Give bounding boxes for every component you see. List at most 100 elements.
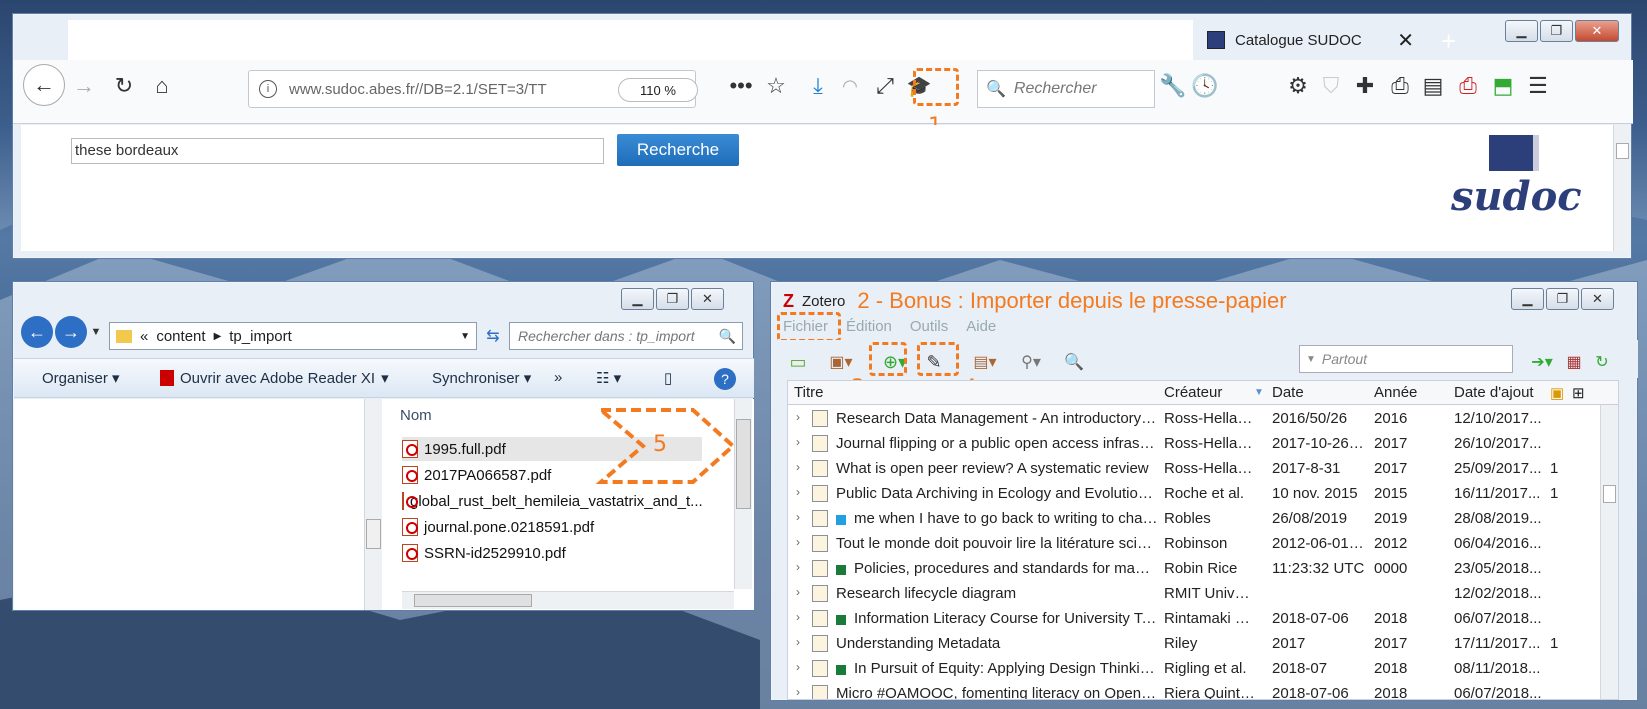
recherche-button[interactable]: Recherche [617,134,739,166]
more-commands-button[interactable]: » [554,369,562,386]
menu-edition[interactable]: Édition [846,318,892,335]
table-row[interactable]: › Journal flipping or a public open acces… [788,432,1618,457]
file-item[interactable]: global_rust_belt_hemileia_vastatrix_and_… [402,489,702,513]
home-icon[interactable]: ⌂ [147,66,177,106]
column-picker-icon[interactable]: ⊞ [1572,384,1585,402]
breadcrumb-tp-import[interactable]: tp_import [229,328,292,345]
nav-scrollbar[interactable] [364,399,382,610]
table-row[interactable]: › Research Data Management - An introduct… [788,407,1618,432]
bookmark-star-icon[interactable]: ☆ [761,66,791,106]
page-scrollbar[interactable] [1613,125,1631,251]
extension-icon[interactable]: ✚ [1350,66,1380,106]
expand-chevron-icon[interactable]: › [796,510,800,524]
expand-chevron-icon[interactable]: › [796,460,800,474]
new-tab-icon[interactable]: + [1441,26,1456,57]
file-item[interactable]: journal.pone.0218591.pdf [402,515,594,539]
column-date-ajout[interactable]: Date d'ajout [1454,384,1534,401]
column-titre[interactable]: Titre [794,384,823,401]
save-page-icon[interactable]: ⬒ [1488,66,1518,106]
expand-chevron-icon[interactable]: › [796,410,800,424]
refresh-icon[interactable]: ⇆ [481,322,505,350]
breadcrumb-content[interactable]: content [156,328,205,345]
locate-icon[interactable]: ➔▾ [1527,342,1557,382]
history-icon[interactable]: 🕓 [1190,66,1220,106]
sudoc-search-input[interactable]: these bordeaux [71,138,604,164]
explorer-search-input[interactable]: Rechercher dans : tp_import 🔍 [509,322,743,350]
back-icon[interactable]: ← [23,64,65,106]
zotero-search-input[interactable]: ▼ Partout [1299,345,1513,373]
expand-chevron-icon[interactable]: › [796,535,800,549]
reload-icon[interactable]: ↻ [109,66,139,106]
info-icon[interactable]: i [259,80,277,98]
new-note-icon[interactable]: ▤▾ [965,342,1005,382]
maximize-button[interactable]: ❐ [1540,20,1573,42]
wrench-icon[interactable]: 🔧 [1158,66,1188,106]
pdf-viewer-icon[interactable]: ▦ [1561,342,1587,382]
column-annee[interactable]: Année [1374,384,1417,401]
table-row[interactable]: › Understanding Metadata Riley 2017 2017 17/1… [788,632,1618,657]
table-row[interactable]: › In Pursuit of Equity: Applying Design T… [788,657,1618,682]
attachment-icon[interactable]: ⚲▾ [1011,342,1051,382]
menu-outils[interactable]: Outils [910,318,948,335]
minimize-button[interactable]: ▁ [621,288,654,310]
file-item[interactable]: SSRN-id2529910.pdf [402,541,566,565]
menu-aide[interactable]: Aide [966,318,996,335]
table-row[interactable]: › me when I have to go back to writing to… [788,507,1618,532]
table-row[interactable]: › Micro #OAMOOC, fomenting literacy on Op… [788,682,1618,699]
close-window-button[interactable]: ✕ [691,288,724,310]
zoom-indicator[interactable]: 110 % [618,78,698,102]
maximize-button[interactable]: ❐ [1546,288,1579,310]
forward-icon[interactable]: → [55,316,87,348]
minimize-button[interactable]: ▁ [1505,20,1538,42]
fullscreen-icon[interactable]: ⤢ [870,66,900,106]
column-header-nom[interactable]: Nom [400,407,432,424]
minimize-button[interactable]: ▁ [1511,288,1544,310]
recent-pages-icon[interactable]: ▼ [89,322,103,342]
table-row[interactable]: › Information Literacy Course for Univers… [788,607,1618,632]
horizontal-scrollbar[interactable] [402,591,734,609]
rss-icon[interactable]: ◠ [835,66,865,106]
settings-gear-icon[interactable]: ⚙ [1283,66,1313,106]
expand-chevron-icon[interactable]: › [796,585,800,599]
shield-icon[interactable]: ⛉ [1316,66,1346,106]
close-tab-icon[interactable]: ✕ [1397,28,1414,53]
document-icon[interactable]: ▤ [1418,66,1448,106]
column-createur[interactable]: Créateur [1164,384,1222,401]
search-mode-icon[interactable]: ▼ [1306,354,1316,365]
table-row[interactable]: › Tout le monde doit pouvoir lire la lité… [788,532,1618,557]
expand-chevron-icon[interactable]: › [796,435,800,449]
table-row[interactable]: › Public Data Archiving in Ecology and Ev… [788,482,1618,507]
expand-chevron-icon[interactable]: › [796,485,800,499]
attachments-column-icon[interactable]: ▣ [1550,384,1564,402]
chevron-down-icon[interactable]: ▼ [460,331,470,342]
tab-catalogue-sudoc[interactable]: Catalogue SUDOC ✕ [1193,20,1426,60]
sync-icon[interactable]: ↻ [1589,342,1615,382]
table-row[interactable]: › What is open peer review? A systematic … [788,457,1618,482]
organiser-menu[interactable]: Organiser ▾ [42,369,120,387]
page-actions-icon[interactable]: ••• [726,66,756,106]
search-icon[interactable]: 🔍 [719,328,736,345]
maximize-button[interactable]: ❐ [656,288,689,310]
print-pdf-icon[interactable]: ⎙ [1453,66,1483,106]
new-collection-icon[interactable]: ▭ [785,342,811,382]
table-row[interactable]: › Research lifecycle diagram RMIT Universi… [788,582,1618,607]
print-icon[interactable]: ⎙ [1385,66,1415,106]
search-field[interactable]: 🔍 Rechercher [977,70,1155,108]
synchroniser-menu[interactable]: Synchroniser ▾ [432,369,531,387]
back-icon[interactable]: ← [21,316,53,348]
expand-chevron-icon[interactable]: › [796,610,800,624]
menu-hamburger-icon[interactable]: ☰ [1523,66,1553,106]
download-icon[interactable]: ⤓ [803,66,833,106]
advanced-search-icon[interactable]: 🔍 [1059,342,1089,382]
expand-chevron-icon[interactable]: › [796,685,800,699]
table-row[interactable]: › Policies, procedures and standards for … [788,557,1618,582]
close-window-button[interactable]: ✕ [1581,288,1614,310]
preview-pane-icon[interactable]: ▯ [664,369,672,387]
forward-icon[interactable]: → [69,66,99,106]
close-window-button[interactable]: ✕ [1575,20,1619,42]
help-icon[interactable]: ? [714,368,736,390]
column-date[interactable]: Date [1272,384,1304,401]
view-options-icon[interactable]: ☷ ▾ [596,369,621,387]
file-item[interactable]: 2017PA066587.pdf [402,463,551,487]
expand-chevron-icon[interactable]: › [796,635,800,649]
